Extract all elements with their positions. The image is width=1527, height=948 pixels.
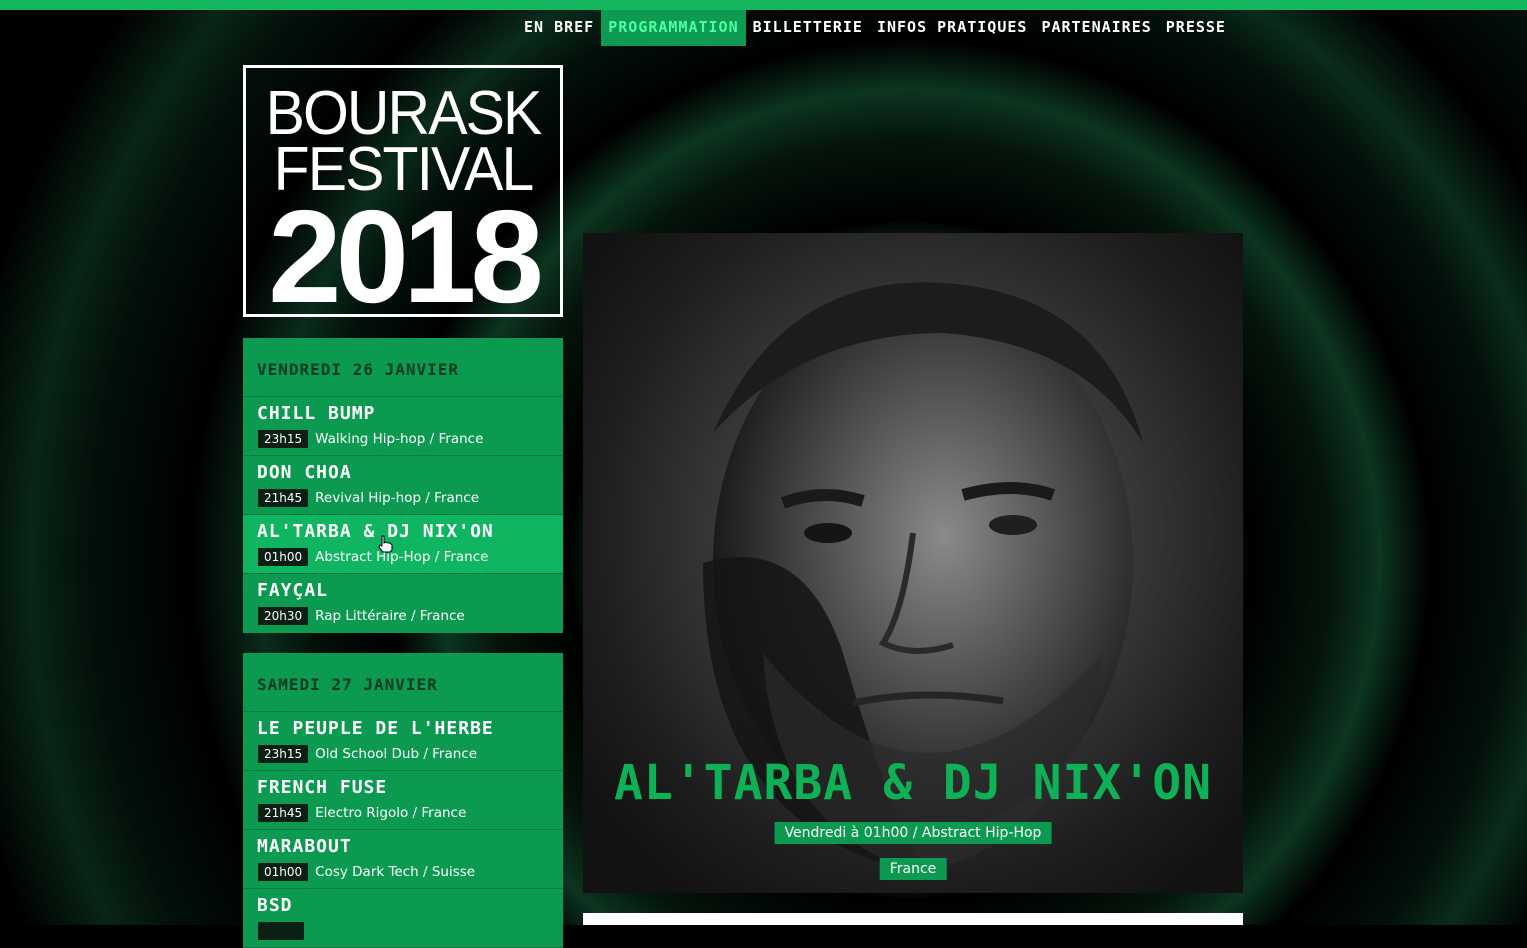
artist-item[interactable]: French Fuse 21h45 Electro Rigolo / France bbox=[243, 771, 563, 830]
nav-en-bref[interactable]: En bref bbox=[517, 10, 601, 46]
artist-time: 21h45 bbox=[258, 489, 309, 507]
feature-country: France bbox=[879, 858, 947, 880]
artist-name: Marabout bbox=[257, 836, 352, 857]
artist-genre: Rap Littéraire / France bbox=[315, 608, 465, 624]
logo-line-1: BOURASK bbox=[265, 79, 543, 148]
artist-item[interactable]: Fayçal 20h30 Rap Littéraire / France bbox=[243, 574, 563, 633]
artist-genre: Electro Rigolo / France bbox=[315, 805, 467, 821]
artist-item[interactable]: BSD bbox=[243, 889, 563, 948]
artist-name: Fayçal bbox=[257, 580, 329, 601]
nav-partenaires[interactable]: Partenaires bbox=[1034, 10, 1158, 46]
content-panel-edge bbox=[583, 913, 1243, 925]
artist-time: 01h00 bbox=[258, 548, 309, 566]
artist-genre: Walking Hip-hop / France bbox=[315, 431, 484, 447]
artist-name: Al'Tarba & DJ Nix'On bbox=[257, 521, 494, 542]
day-header: Vendredi 26 Janvier bbox=[243, 338, 563, 397]
day-header: Samedi 27 Janvier bbox=[243, 653, 563, 712]
artist-name: BSD bbox=[257, 895, 293, 916]
artist-genre: Abstract Hip-Hop / France bbox=[315, 549, 489, 565]
hand-pointer-icon bbox=[378, 535, 393, 553]
day-block-vendredi: Vendredi 26 Janvier Chill Bump 23h15 Walk… bbox=[243, 338, 563, 633]
artist-item[interactable]: Don Choa 21h45 Revival Hip-hop / France bbox=[243, 456, 563, 515]
artist-time: 21h45 bbox=[258, 804, 309, 822]
artist-time: 01h00 bbox=[258, 863, 309, 881]
logo-line-2: FESTIVAL bbox=[273, 135, 535, 204]
main-nav: En bref Programmation Billetterie Infos … bbox=[517, 10, 1233, 46]
artist-name: Don Choa bbox=[257, 462, 352, 483]
artist-item[interactable]: Chill Bump 23h15 Walking Hip-hop / France bbox=[243, 397, 563, 456]
artist-name: Chill Bump bbox=[257, 403, 376, 424]
artist-item-selected[interactable]: Al'Tarba & DJ Nix'On 01h00 Abstract Hip-H… bbox=[243, 515, 563, 574]
artist-genre: Old School Dub / France bbox=[315, 746, 478, 762]
feature-date-genre: Vendredi à 01h00 / Abstract Hip-Hop bbox=[774, 822, 1052, 844]
nav-infos-pratiques[interactable]: Infos pratiques bbox=[870, 10, 1034, 46]
artist-item[interactable]: Le Peuple de l'Herbe 23h15 Old School Dub… bbox=[243, 712, 563, 771]
nav-billetterie[interactable]: Billetterie bbox=[746, 10, 870, 46]
festival-logo[interactable]: BOURASK FESTIVAL 2018 bbox=[243, 65, 563, 317]
artist-name: Le Peuple de l'Herbe bbox=[257, 718, 494, 739]
nav-programmation[interactable]: Programmation bbox=[601, 10, 746, 46]
artist-name: French Fuse bbox=[257, 777, 388, 798]
artist-genre: Revival Hip-hop / France bbox=[315, 490, 480, 506]
feature-artist-name: Al'Tarba & DJ Nix'On bbox=[614, 755, 1212, 811]
day-block-samedi: Samedi 27 Janvier Le Peuple de l'Herbe 2… bbox=[243, 653, 563, 948]
nav-presse[interactable]: Presse bbox=[1159, 10, 1233, 46]
artist-time: 23h15 bbox=[258, 430, 309, 448]
logo-year: 2018 bbox=[268, 183, 544, 317]
artist-time: 20h30 bbox=[258, 607, 309, 625]
artist-genre: Cosy Dark Tech / Suisse bbox=[315, 864, 476, 880]
artist-item[interactable]: Marabout 01h00 Cosy Dark Tech / Suisse bbox=[243, 830, 563, 889]
artist-feature-panel: Al'Tarba & DJ Nix'On Vendredi à 01h00 / … bbox=[583, 233, 1243, 893]
artist-time: 23h15 bbox=[258, 745, 309, 763]
top-accent-bar bbox=[0, 0, 1527, 10]
